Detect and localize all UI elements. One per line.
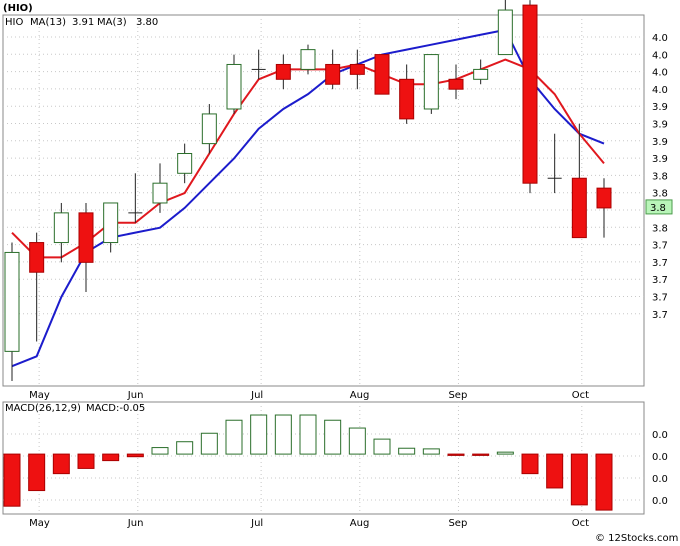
macd-bar-negative — [521, 453, 539, 475]
macd-bar-positive — [324, 419, 342, 455]
macd-x-tick-label: Sep — [448, 518, 467, 529]
candle-body — [497, 9, 513, 56]
macd-x-tick-label: Oct — [572, 518, 589, 529]
price-y-tick-label: 3.9 — [652, 102, 668, 113]
macd-bar-positive — [200, 432, 218, 455]
price-y-tick-label: 3.9 — [652, 154, 668, 165]
price-y-tick-label: 4.0 — [652, 33, 668, 44]
price-x-tick-label: Aug — [350, 390, 370, 401]
macd-bar-negative — [546, 453, 564, 489]
candle-body — [103, 202, 119, 244]
macd-y-tick-label: 0.0 — [652, 474, 668, 485]
legend-ma3-label: MA(3) — [97, 17, 127, 28]
price-y-tick-label: 3.7 — [652, 241, 668, 252]
price-y-tick-label: 4.0 — [652, 85, 668, 96]
macd-bar-positive — [299, 414, 317, 455]
price-y-tick-label: 3.7 — [652, 275, 668, 286]
macd-bar-positive — [225, 419, 243, 455]
price-x-tick-label: Jun — [127, 390, 144, 401]
candle-body — [300, 49, 316, 70]
candle-body — [374, 54, 390, 95]
candle-body — [78, 212, 94, 263]
macd-bar-negative — [77, 453, 95, 469]
macd-bar-negative — [28, 453, 46, 492]
price-y-tick-label: 3.8 — [652, 189, 668, 200]
macd-y-tick-label: 0.0 — [652, 452, 668, 463]
chart-canvas: 4.0 4.0 4.0 4.0 3.9 3.9 3.9 3.9 3.8 3.8 3.8 3.8 3.7 3… — [0, 0, 680, 546]
macd-bar-negative — [3, 453, 21, 507]
candle-body — [596, 187, 612, 209]
macd-bar-negative — [570, 453, 588, 506]
legend-ticker: HIO — [5, 17, 23, 28]
macd-bar-positive — [250, 414, 268, 455]
price-x-tick-label: May — [29, 390, 50, 401]
price-y-tick-label: 3.9 — [652, 120, 668, 131]
macd-x-tick-label: Jun — [127, 518, 144, 529]
candle-body — [448, 78, 464, 90]
candle-body — [53, 212, 69, 244]
legend-ma3-value: 3.80 — [136, 17, 158, 28]
candle-body — [325, 63, 341, 85]
price-y-tick-label: 3.9 — [652, 137, 668, 148]
candle-body — [177, 153, 193, 174]
stock-chart: 4.0 4.0 4.0 4.0 3.9 3.9 3.9 3.9 3.8 3.8 3.8 3.8 3.7 3… — [0, 0, 680, 546]
ticker-title: (HIO) — [3, 3, 33, 14]
price-x-tick-label: Sep — [448, 390, 467, 401]
candle-body — [275, 63, 291, 80]
candle-up — [300, 44, 316, 75]
price-y-tick-label: 4.0 — [652, 50, 668, 61]
macd-bar-positive — [348, 427, 366, 455]
price-x-tick-label: Oct — [572, 390, 589, 401]
macd-x-tick-label: May — [29, 518, 50, 529]
candle-up — [423, 54, 439, 114]
candle-body — [423, 54, 439, 110]
candle-down — [374, 54, 390, 95]
macd-bar-positive — [274, 414, 292, 455]
legend-ma13-label: MA(13) — [30, 17, 66, 28]
macd-bar-negative — [447, 453, 465, 456]
macd-bar-negative — [126, 453, 144, 458]
candle-body — [201, 113, 217, 145]
macd-bar-positive — [496, 451, 514, 455]
price-y-tick-label: 3.7 — [652, 310, 668, 321]
candle-body — [571, 177, 587, 239]
price-y-tick-label: 3.8 — [652, 171, 668, 182]
candle-body — [399, 78, 415, 120]
macd-y-tick-label: 0.0 — [652, 496, 668, 507]
price-x-tick-label: Jul — [250, 390, 263, 401]
macd-bar-positive — [151, 447, 169, 455]
macd-bar-positive — [398, 447, 416, 455]
macd-bar-negative — [472, 453, 490, 456]
macd-bar-positive — [422, 448, 440, 455]
watermark-text: © 12Stocks.com — [595, 533, 678, 544]
price-y-tick-label: 3.7 — [652, 293, 668, 304]
macd-x-tick-label: Aug — [350, 518, 370, 529]
macd-bar-positive — [373, 438, 391, 455]
macd-bar-negative — [52, 453, 70, 475]
macd-bar-negative — [102, 453, 120, 462]
candle-body — [226, 63, 242, 110]
candle-body — [522, 4, 538, 184]
macd-x-tick-label: Jul — [250, 518, 263, 529]
macd-bar-positive — [176, 441, 194, 455]
price-y-tick-label: 3.7 — [652, 258, 668, 269]
candle-down — [522, 0, 538, 194]
candle-body — [29, 242, 45, 273]
price-y-tick-label: 4.0 — [652, 68, 668, 79]
last-price-label: 3.8 — [650, 203, 666, 214]
macd-legend-label: MACD(26,12,9) — [5, 403, 81, 414]
candle-body — [349, 63, 365, 75]
macd-bar-negative — [595, 453, 613, 511]
macd-y-tick-label: 0.0 — [652, 430, 668, 441]
price-y-tick-label: 3.8 — [652, 223, 668, 234]
macd-legend-value: MACD:-0.05 — [86, 403, 145, 414]
candle-body — [473, 68, 489, 80]
legend-ma13-value: 3.91 — [72, 17, 94, 28]
candle-body — [152, 182, 168, 204]
candle-body — [4, 251, 20, 352]
